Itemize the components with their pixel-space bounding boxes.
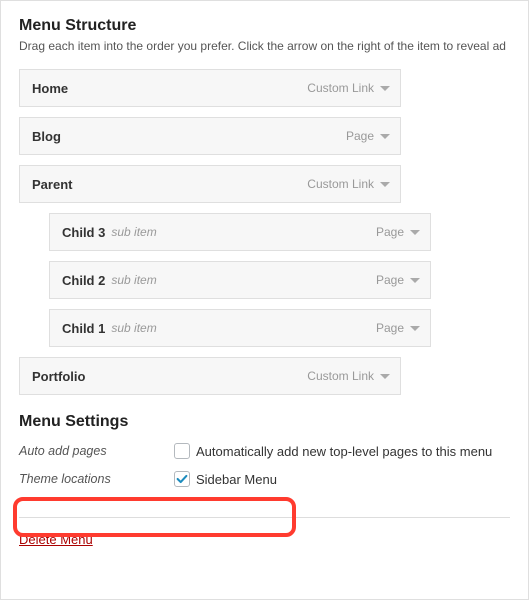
menu-item-type-label: Page bbox=[376, 225, 404, 239]
menu-item-type[interactable]: Custom Link bbox=[307, 369, 390, 383]
menu-editor-panel: Menu Structure Drag each item into the o… bbox=[0, 0, 529, 600]
menu-item-sub-label: sub item bbox=[111, 321, 156, 335]
menu-item-title: Blog bbox=[32, 129, 61, 144]
menu-item-title: Home bbox=[32, 81, 68, 96]
menu-settings-heading: Menu Settings bbox=[19, 413, 510, 431]
menu-structure-heading: Menu Structure bbox=[19, 17, 510, 35]
auto-add-pages-row: Auto add pages Automatically add new top… bbox=[19, 437, 510, 465]
menu-item[interactable]: Portfolio Custom Link bbox=[19, 357, 401, 395]
menu-item-sub-label: sub item bbox=[111, 273, 156, 287]
auto-add-pages-label: Auto add pages bbox=[19, 444, 174, 458]
delete-menu-link[interactable]: Delete Menu bbox=[19, 532, 93, 547]
chevron-down-icon bbox=[410, 278, 420, 283]
menu-item-title: Portfolio bbox=[32, 369, 85, 384]
theme-locations-row: Theme locations Sidebar Menu bbox=[19, 465, 510, 493]
menu-item-type-label: Custom Link bbox=[307, 81, 374, 95]
menu-item-type[interactable]: Page bbox=[376, 225, 420, 239]
menu-item-type[interactable]: Page bbox=[346, 129, 390, 143]
chevron-down-icon bbox=[410, 230, 420, 235]
menu-item-type[interactable]: Page bbox=[376, 321, 420, 335]
menu-item-type[interactable]: Custom Link bbox=[307, 177, 390, 191]
menu-item-type-label: Page bbox=[346, 129, 374, 143]
menu-item-title: Child 1 bbox=[62, 321, 105, 336]
menu-item[interactable]: Home Custom Link bbox=[19, 69, 401, 107]
menu-item[interactable]: Blog Page bbox=[19, 117, 401, 155]
menu-item-type-label: Page bbox=[376, 273, 404, 287]
menu-item-type-label: Page bbox=[376, 321, 404, 335]
menu-item-title: Child 3 bbox=[62, 225, 105, 240]
menu-item-list: Home Custom Link Blog Page Parent Custom Link… bbox=[19, 69, 510, 395]
divider bbox=[19, 517, 510, 518]
chevron-down-icon bbox=[380, 86, 390, 91]
menu-item[interactable]: Parent Custom Link bbox=[19, 165, 401, 203]
menu-item-sub-label: sub item bbox=[111, 225, 156, 239]
chevron-down-icon bbox=[410, 326, 420, 331]
menu-item-title: Parent bbox=[32, 177, 72, 192]
chevron-down-icon bbox=[380, 374, 390, 379]
menu-item[interactable]: Child 2 sub item Page bbox=[49, 261, 431, 299]
auto-add-pages-checkbox[interactable] bbox=[174, 443, 190, 459]
theme-locations-label: Theme locations bbox=[19, 472, 174, 486]
menu-item[interactable]: Child 1 sub item Page bbox=[49, 309, 431, 347]
chevron-down-icon bbox=[380, 182, 390, 187]
theme-location-text: Sidebar Menu bbox=[196, 472, 277, 487]
menu-item-type-label: Custom Link bbox=[307, 177, 374, 191]
menu-item[interactable]: Child 3 sub item Page bbox=[49, 213, 431, 251]
chevron-down-icon bbox=[380, 134, 390, 139]
menu-item-title: Child 2 bbox=[62, 273, 105, 288]
menu-structure-instructions: Drag each item into the order you prefer… bbox=[19, 39, 510, 53]
menu-item-type[interactable]: Page bbox=[376, 273, 420, 287]
theme-location-checkbox[interactable] bbox=[174, 471, 190, 487]
menu-settings-table: Auto add pages Automatically add new top… bbox=[19, 437, 510, 493]
menu-item-type-label: Custom Link bbox=[307, 369, 374, 383]
auto-add-pages-text: Automatically add new top-level pages to… bbox=[196, 444, 492, 459]
menu-item-type[interactable]: Custom Link bbox=[307, 81, 390, 95]
